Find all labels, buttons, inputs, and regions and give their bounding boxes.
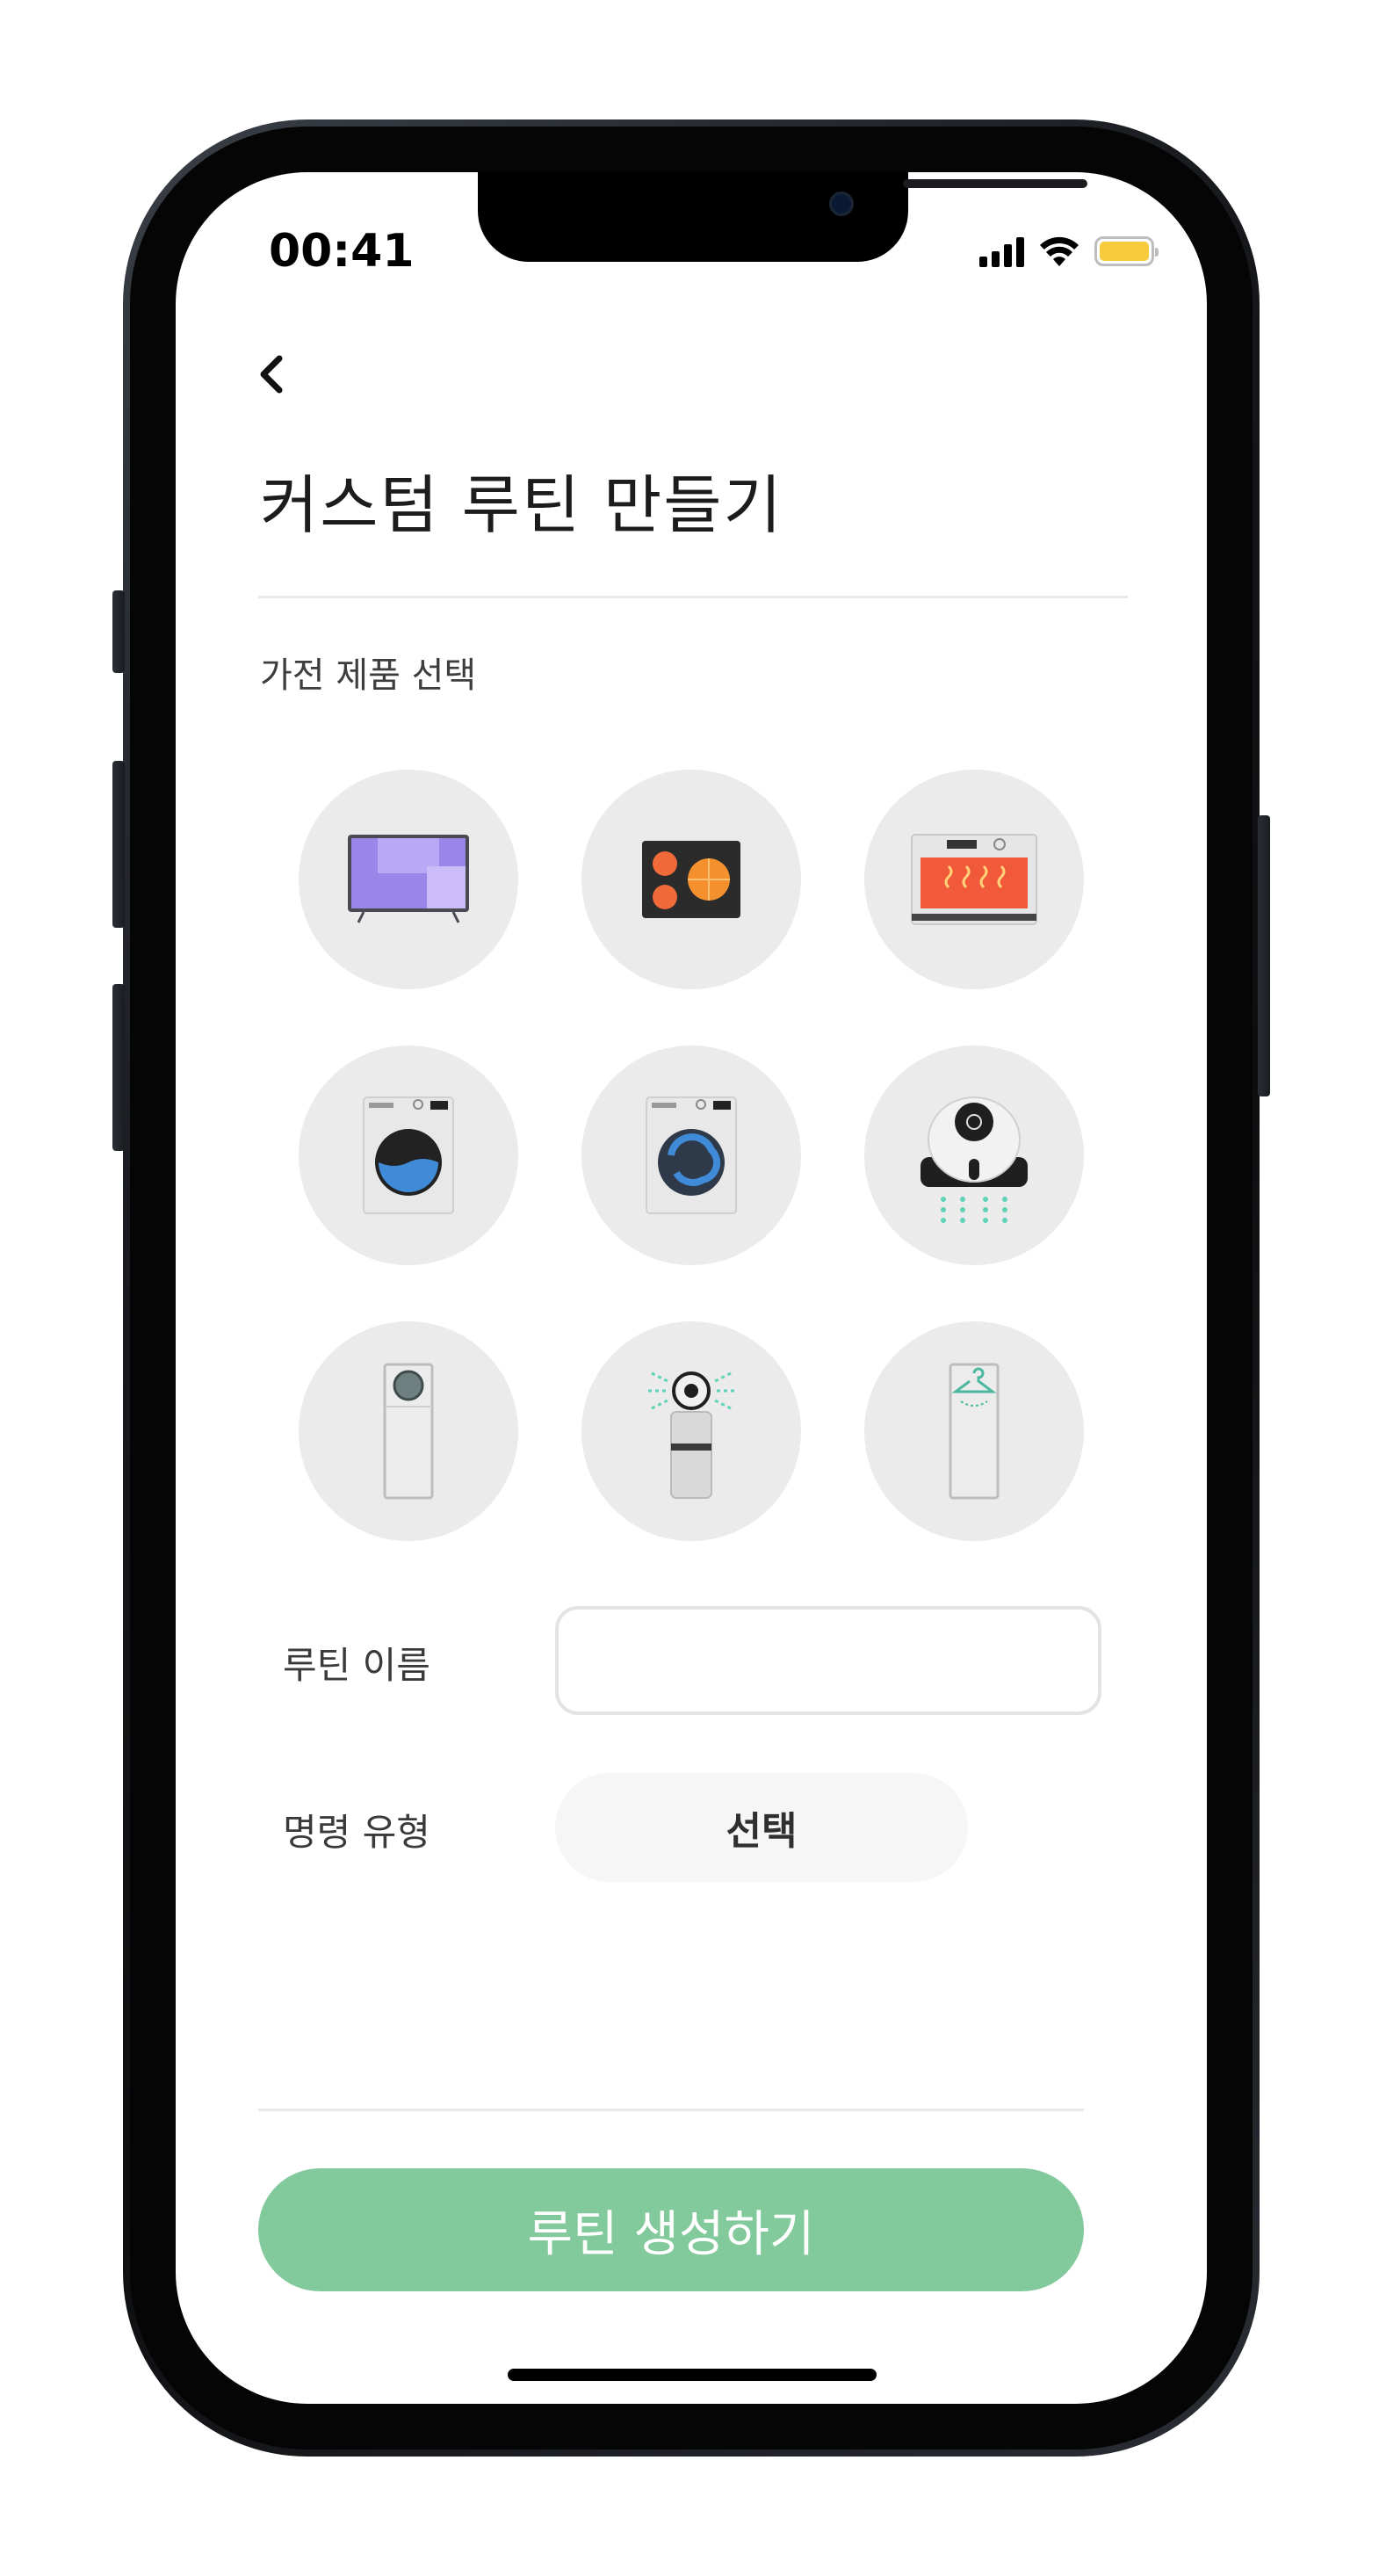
robot-purifier-icon [921,1096,1028,1223]
device-washer[interactable] [299,1046,518,1265]
oven-icon [911,834,1037,925]
status-time: 00:41 [269,225,415,278]
device-clothing-care[interactable] [864,1321,1084,1541]
volume-up-button [112,761,125,928]
power-button [1258,815,1270,1096]
signal-icon [979,235,1024,267]
notch [478,172,1087,262]
routine-name-input[interactable] [555,1606,1101,1715]
appliance-section-label: 가전 제품 선택 [260,655,477,696]
cooktop-icon [642,841,740,918]
footer-divider [258,2109,1084,2111]
dryer-icon [646,1096,737,1214]
create-routine-label: 루틴 생성하기 [527,2205,815,2263]
volume-down-button [112,984,125,1151]
device-robot-purifier[interactable] [864,1046,1084,1265]
page-title: 커스텀 루틴 만들기 [260,468,783,542]
front-camera [829,192,854,216]
device-dryer[interactable] [581,1046,801,1265]
device-cooktop[interactable] [581,770,801,989]
device-oven[interactable] [864,770,1084,989]
device-tv[interactable] [299,770,518,989]
device-air-purifier[interactable] [581,1321,801,1541]
create-routine-button[interactable]: 루틴 생성하기 [258,2168,1084,2291]
app-screen: 00:41 커스텀 루틴 만들기 가전 제품 선택 루틴 이름 명령 유형 선택… [176,172,1207,2404]
device-air-conditioner[interactable] [299,1321,518,1541]
routine-name-label: 루틴 이름 [283,1644,430,1687]
home-indicator [508,2369,877,2381]
title-divider [258,596,1128,598]
air-conditioner-icon [383,1363,434,1500]
speaker [903,179,1087,188]
command-type-select[interactable]: 선택 [555,1773,968,1882]
command-type-value: 선택 [726,1809,798,1854]
appliance-grid [299,770,1089,1543]
status-icons [979,232,1159,271]
back-chevron-icon[interactable] [246,348,299,401]
mute-switch [112,590,125,673]
air-purifier-icon [648,1371,734,1499]
battery-icon [1094,236,1159,266]
washer-icon [363,1096,454,1214]
wifi-icon [1040,236,1079,266]
tv-icon [348,835,469,923]
clothing-care-icon [949,1363,1000,1500]
command-type-label: 명령 유형 [283,1811,430,1854]
